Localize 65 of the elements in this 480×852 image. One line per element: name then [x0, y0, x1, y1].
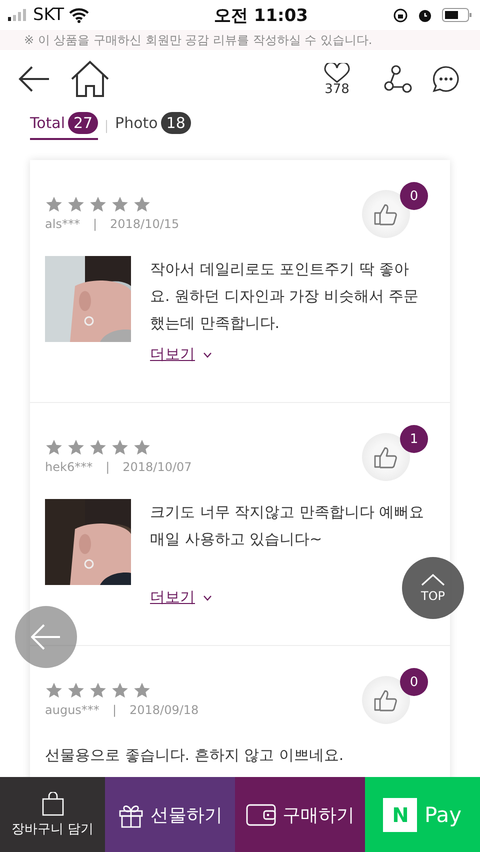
signal-icon [8, 9, 28, 21]
clock-time: 오전 11:03 [214, 4, 308, 26]
star-icon [89, 682, 107, 699]
star-icon [133, 196, 151, 213]
rotation-lock-icon [392, 8, 408, 22]
reviewer-name: als*** [45, 217, 80, 231]
review-date: 2018/09/18 [129, 703, 199, 717]
back-arrow-icon[interactable] [18, 65, 50, 93]
thumbs-up-icon [373, 202, 399, 226]
separator: | [112, 703, 116, 717]
separator: | [92, 217, 97, 231]
like-button[interactable] [362, 676, 410, 724]
star-icon [133, 439, 151, 456]
star-icon [45, 196, 63, 213]
like-button[interactable] [362, 190, 410, 238]
star-icon [67, 439, 85, 456]
chat-icon[interactable] [432, 65, 460, 93]
star-icon [111, 196, 129, 213]
star-icon [45, 439, 63, 456]
count-badge: 18 [160, 112, 191, 134]
review-tab[interactable]: Photo 18 [115, 112, 191, 140]
like-count: 0 [400, 182, 428, 210]
star-icon [67, 682, 85, 699]
more-link[interactable]: 더보기 [150, 345, 212, 364]
chevron-down-icon [203, 594, 212, 600]
heart-icon [324, 62, 350, 82]
reviewer-name: hek6*** [45, 460, 93, 474]
star-icon [89, 196, 107, 213]
n-logo: N [383, 798, 418, 832]
share-icon[interactable] [384, 65, 412, 93]
action-button[interactable]: 장바구니 담기 [0, 777, 105, 852]
star-icon [111, 439, 129, 456]
star-icon [67, 196, 85, 213]
review-date: 2018/10/15 [110, 217, 180, 231]
thumbs-up-icon [373, 688, 399, 712]
like-button[interactable] [362, 433, 410, 481]
more-link[interactable]: 더보기 [150, 588, 212, 607]
battery-icon [442, 8, 472, 22]
like-count: 1 [400, 425, 428, 453]
wifi-icon [69, 8, 90, 22]
star-icon [89, 439, 107, 456]
review-date: 2018/10/07 [122, 460, 192, 474]
star-icon [111, 682, 129, 699]
home-icon[interactable] [70, 60, 110, 98]
action-button[interactable]: 선물하기 [105, 777, 235, 852]
notice-text: ※ 이 상품을 구매하신 회원만 공감 리뷰를 작성하실 수 있습니다. [24, 32, 372, 48]
wallet-icon [246, 804, 276, 826]
review-text: 크기도 너무 작지않고 만족합니다 예뻐요 매일 사용하고 있습니다~ [150, 502, 426, 550]
like-count: 0 [400, 668, 428, 696]
review-tab[interactable]: Total 27 [30, 112, 98, 140]
star-icon [133, 682, 151, 699]
thumbs-up-icon [373, 445, 399, 469]
count-badge: 27 [68, 112, 98, 134]
separator: | [106, 460, 110, 474]
reviewer-name: augus*** [45, 703, 100, 717]
star-icon [45, 682, 63, 699]
alarm-icon [418, 8, 432, 22]
shopping-bag-icon [42, 792, 64, 816]
wishlist-button[interactable]: 378 [324, 62, 350, 96]
action-button[interactable]: 구매하기 [235, 777, 365, 852]
chevron-up-icon [421, 574, 445, 586]
review-text: 선물용으로 좋습니다. 흔하지 않고 이쁘네요. [45, 745, 345, 766]
carrier-name: SKT [33, 5, 64, 25]
chevron-down-icon [203, 352, 212, 358]
review-text: 작아서 데일리로도 포인트주기 딱 좋아요. 원하던 디자인과 가장 비슷해서 주문했는데 만족합니다. [150, 259, 420, 334]
